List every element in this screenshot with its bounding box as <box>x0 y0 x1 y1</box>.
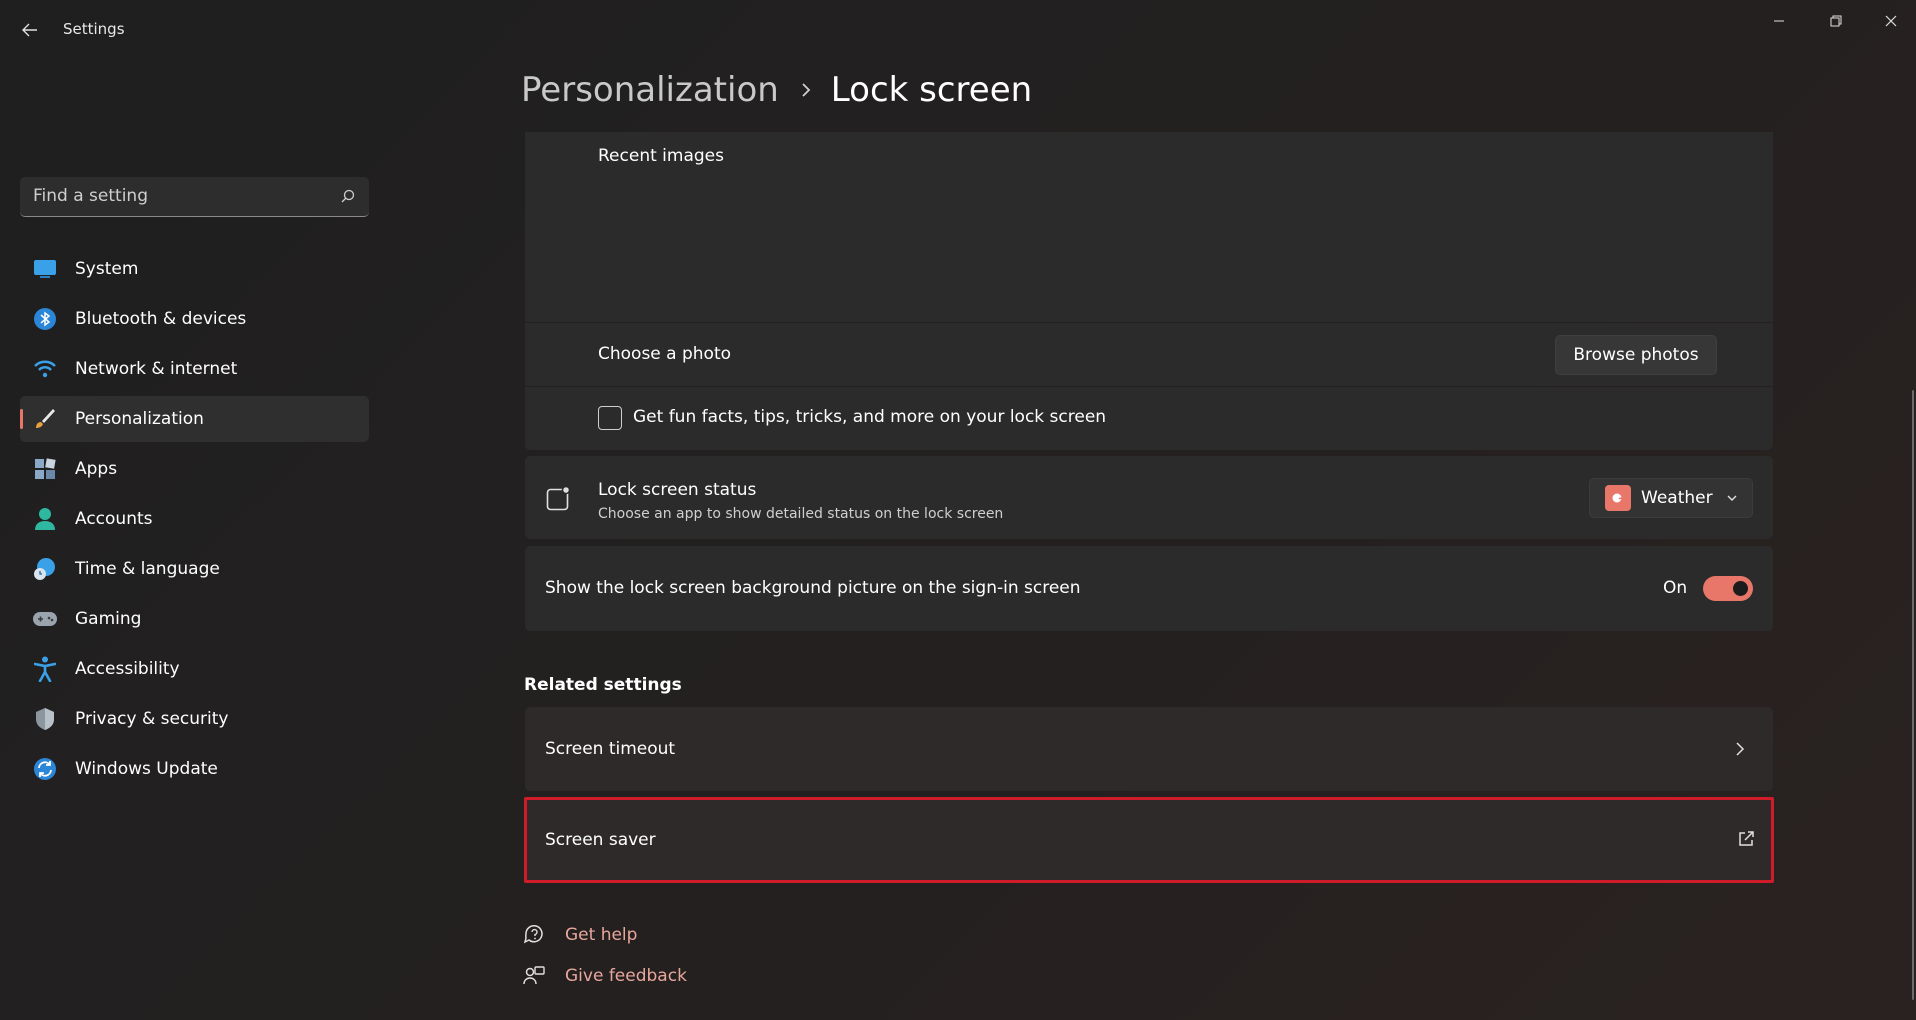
sidebar-item-label: Apps <box>75 459 118 479</box>
shield-icon <box>36 708 54 730</box>
sidebar-item-network[interactable]: Network & internet <box>20 346 369 392</box>
related-settings-title: Related settings <box>524 675 682 695</box>
sidebar-item-label: Privacy & security <box>75 709 229 729</box>
title-bar: Settings <box>0 0 1916 60</box>
person-icon <box>35 508 55 530</box>
back-button[interactable] <box>14 16 46 44</box>
sidebar-item-label: System <box>75 259 139 279</box>
sidebar-item-apps[interactable]: Apps <box>20 446 369 492</box>
browse-photos-button[interactable]: Browse photos <box>1555 335 1717 375</box>
fun-facts-row: Get fun facts, tips, tricks, and more on… <box>525 387 1773 450</box>
sidebar-item-bluetooth[interactable]: Bluetooth & devices <box>20 296 369 342</box>
open-external-icon <box>1739 831 1754 846</box>
sidebar-item-label: Windows Update <box>75 759 218 779</box>
chevron-right-icon <box>1736 742 1745 756</box>
status-widget-icon <box>546 485 571 511</box>
brush-icon <box>36 409 55 428</box>
choose-photo-row: Choose a photo Browse photos <box>525 323 1773 386</box>
fun-facts-checkbox[interactable] <box>598 406 622 430</box>
sidebar-item-label: Gaming <box>75 609 142 629</box>
sidebar-item-accounts[interactable]: Accounts <box>20 496 369 542</box>
weather-icon <box>1605 485 1631 511</box>
chevron-down-icon <box>1727 495 1737 501</box>
sidebar-item-personalization[interactable]: Personalization <box>20 396 369 442</box>
get-help-label: Get help <box>565 925 638 945</box>
signin-background-label: Show the lock screen background picture … <box>545 578 1081 598</box>
restore-icon <box>1830 15 1842 27</box>
toggle-state-label: On <box>1663 578 1688 598</box>
give-feedback-link[interactable]: Give feedback <box>523 965 687 987</box>
minimize-icon <box>1774 20 1784 22</box>
sidebar-item-time-language[interactable]: Time & language <box>20 546 369 592</box>
sidebar-item-accessibility[interactable]: Accessibility <box>20 646 369 692</box>
screen-timeout-row[interactable]: Screen timeout <box>525 707 1773 791</box>
signin-background-toggle[interactable] <box>1703 576 1753 601</box>
restore-button[interactable] <box>1811 6 1861 36</box>
scrollbar[interactable] <box>1912 390 1914 1000</box>
search-box[interactable] <box>20 177 369 217</box>
breadcrumb-parent[interactable]: Personalization <box>521 70 779 110</box>
status-title: Lock screen status <box>598 480 757 500</box>
sidebar-nav: System Bluetooth & devices Network & int… <box>20 246 369 796</box>
recent-images-label: Recent images <box>598 146 724 166</box>
sidebar-item-label: Time & language <box>75 559 220 579</box>
breadcrumb: Personalization Lock screen <box>521 70 1032 110</box>
give-feedback-label: Give feedback <box>565 966 687 986</box>
recent-images-panel: Recent images <box>525 132 1773 322</box>
back-arrow-icon <box>22 23 37 37</box>
screen-timeout-label: Screen timeout <box>545 739 676 759</box>
bluetooth-icon <box>34 308 56 330</box>
search-icon[interactable] <box>341 189 355 203</box>
get-help-link[interactable]: Get help <box>523 924 637 946</box>
close-button[interactable] <box>1866 6 1916 36</box>
feedback-icon <box>523 966 545 985</box>
sidebar-item-privacy[interactable]: Privacy & security <box>20 696 369 742</box>
sidebar-item-windows-update[interactable]: Windows Update <box>20 746 369 792</box>
search-input[interactable] <box>20 177 320 215</box>
help-chat-icon <box>523 925 543 944</box>
monitor-icon <box>34 260 56 278</box>
status-app-value: Weather <box>1641 488 1713 508</box>
sidebar-item-label: Accessibility <box>75 659 180 679</box>
update-icon <box>34 758 56 780</box>
apps-icon <box>35 458 56 479</box>
screen-saver-row[interactable]: Screen saver <box>525 797 1773 883</box>
minimize-button[interactable] <box>1754 6 1804 36</box>
fun-facts-label: Get fun facts, tips, tricks, and more on… <box>633 407 1107 427</box>
toggle-knob <box>1733 581 1748 596</box>
lock-screen-status-row: Lock screen status Choose an app to show… <box>525 456 1773 539</box>
signin-background-row: Show the lock screen background picture … <box>525 546 1773 631</box>
sidebar-item-label: Personalization <box>75 409 204 429</box>
breadcrumb-separator <box>801 82 811 98</box>
chevron-right-icon <box>802 83 811 97</box>
sidebar-item-label: Accounts <box>75 509 153 529</box>
app-title: Settings <box>63 20 125 38</box>
screen-saver-label: Screen saver <box>545 830 656 850</box>
choose-photo-label: Choose a photo <box>598 344 732 364</box>
sidebar-item-label: Bluetooth & devices <box>75 309 247 329</box>
sidebar-item-gaming[interactable]: Gaming <box>20 596 369 642</box>
gamepad-icon <box>33 612 57 626</box>
accessibility-icon <box>34 656 56 682</box>
sidebar-item-system[interactable]: System <box>20 246 369 292</box>
wifi-icon <box>34 360 56 378</box>
globe-clock-icon <box>34 558 55 580</box>
status-description: Choose an app to show detailed status on… <box>598 506 1004 522</box>
page-title: Lock screen <box>830 70 1033 110</box>
status-app-dropdown[interactable]: Weather <box>1589 478 1753 518</box>
close-icon <box>1885 15 1897 27</box>
sidebar-item-label: Network & internet <box>75 359 238 379</box>
